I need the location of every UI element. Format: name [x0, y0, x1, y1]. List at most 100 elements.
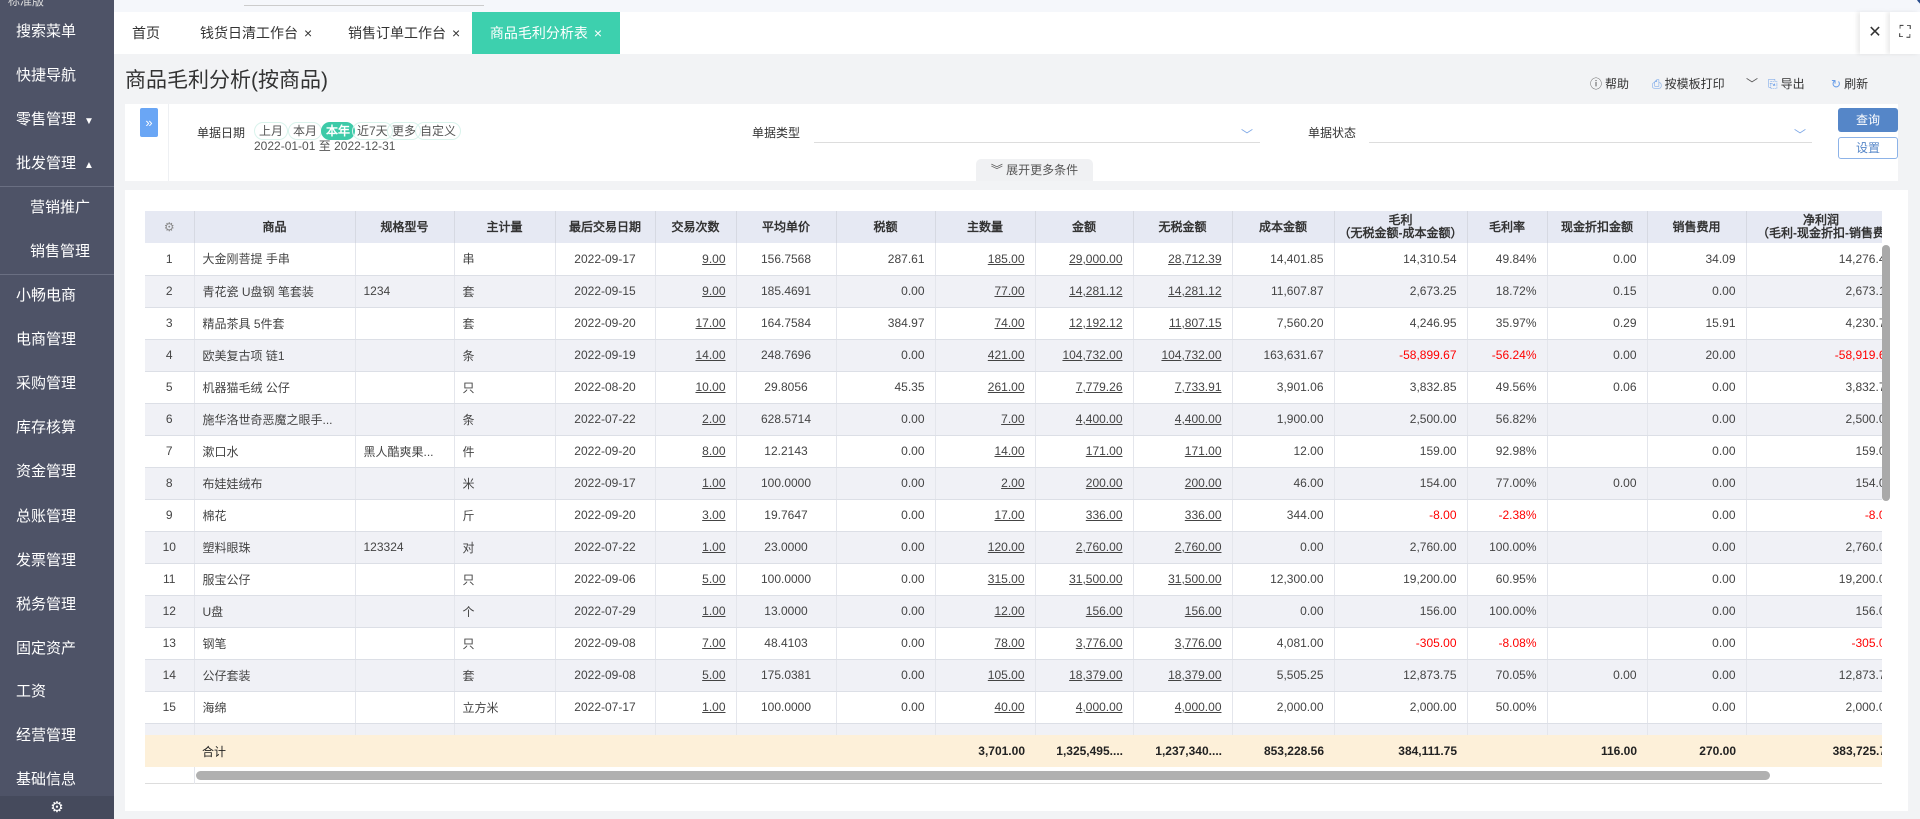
cell-net_amount[interactable]: 31,500.00	[1133, 563, 1233, 596]
sidebar-item[interactable]: 采购管理	[0, 362, 114, 406]
query-button[interactable]: 查询	[1838, 108, 1898, 132]
avatar[interactable]	[1916, 0, 1920, 6]
cell-count[interactable]: 1.00	[655, 467, 737, 500]
cell-link[interactable]: 156.00	[1185, 604, 1222, 618]
cell-amount[interactable]: 156.00	[1035, 595, 1134, 628]
cell-link[interactable]: 11,807.15	[1169, 316, 1222, 330]
cell-link[interactable]: 200.00	[1086, 476, 1123, 490]
cell-count[interactable]: 9.00	[655, 275, 737, 308]
cell-link[interactable]: 1.00	[702, 604, 725, 618]
sidebar-item[interactable]: 小畅电商	[0, 274, 114, 318]
sidebar-item[interactable]: 固定资产	[0, 627, 114, 671]
cell-net_amount[interactable]: 336.00	[1133, 499, 1233, 532]
cell-net_amount[interactable]: 14,281.12	[1133, 275, 1233, 308]
sidebar-item[interactable]: 发票管理	[0, 539, 114, 583]
cell-qty[interactable]: 77.00	[935, 275, 1036, 308]
table-row[interactable]: 9 棉花 斤 2022-09-20 3.00 19.7647 0.00 17.00 336.00…	[145, 499, 1882, 532]
cell-link[interactable]: 5.00	[702, 572, 725, 586]
sidebar-item[interactable]: 税务管理	[0, 583, 114, 627]
column-header[interactable]: 现金折扣金额	[1547, 211, 1648, 243]
cell-link[interactable]: 14.00	[994, 444, 1024, 458]
column-header[interactable]: 毛利率	[1467, 211, 1548, 243]
scrollbar-thumb[interactable]	[196, 771, 1770, 780]
column-header[interactable]: 成本金额	[1232, 211, 1335, 243]
type-select[interactable]	[814, 142, 1260, 143]
cell-amount[interactable]: 4,400.00	[1035, 403, 1134, 436]
sidebar-item[interactable]: 工资	[0, 670, 114, 714]
table-row[interactable]: 15 海绵 立方米 2022-07-17 1.00 100.0000 0.00 40.00 4,…	[145, 691, 1882, 724]
export-button[interactable]: ⎘ 导出	[1768, 75, 1805, 92]
cell-link[interactable]: 3.00	[702, 508, 725, 522]
cell-amount[interactable]: 31,500.00	[1035, 563, 1134, 596]
cell-link[interactable]: 185.00	[988, 252, 1025, 266]
cell-link[interactable]: 2.00	[702, 412, 725, 426]
cell-link[interactable]: 14,281.12	[1069, 284, 1122, 298]
cell-link[interactable]: 336.00	[1185, 508, 1222, 522]
cell-link[interactable]: 1.00	[702, 700, 725, 714]
column-header[interactable]: 最后交易日期	[555, 211, 656, 243]
cell-link[interactable]: 17.00	[994, 508, 1024, 522]
sidebar-item[interactable]: 批发管理 ▲	[0, 142, 114, 186]
cell-qty[interactable]: 421.00	[935, 339, 1036, 372]
cell-amount[interactable]: 200.00	[1035, 467, 1134, 500]
sidebar-item[interactable]: 营销推广	[0, 186, 114, 230]
cell-link[interactable]: 7,733.91	[1175, 380, 1222, 394]
cell-link[interactable]: 77.00	[994, 284, 1024, 298]
cell-link[interactable]: 18,379.00	[1069, 668, 1122, 682]
cell-link[interactable]: 10.00	[695, 380, 725, 394]
cell-net_amount[interactable]: 2,760.00	[1133, 531, 1233, 564]
table-row[interactable]	[145, 723, 1882, 735]
cell-qty[interactable]: 315.00	[935, 563, 1036, 596]
cell-link[interactable]: 4,000.00	[1175, 700, 1222, 714]
cell-link[interactable]: 261.00	[988, 380, 1025, 394]
sidebar-item[interactable]: 库存核算	[0, 406, 114, 450]
cell-amount[interactable]: 2,760.00	[1035, 531, 1134, 564]
cell-qty[interactable]: 261.00	[935, 371, 1036, 404]
column-header[interactable]: 交易次数	[655, 211, 737, 243]
cell-link[interactable]: 78.00	[994, 636, 1024, 650]
cell-count[interactable]: 1.00	[655, 531, 737, 564]
status-select[interactable]	[1369, 142, 1812, 143]
cell-link[interactable]: 315.00	[988, 572, 1025, 586]
cell-amount[interactable]: 104,732.00	[1035, 339, 1134, 372]
cell-link[interactable]: 421.00	[988, 348, 1025, 362]
tab-cash-daily[interactable]: 钱货日清工作台 ×	[200, 12, 350, 54]
cell-link[interactable]: 29,000.00	[1069, 252, 1122, 266]
cell-link[interactable]: 5.00	[702, 668, 725, 682]
help-button[interactable]: ⓘ 帮助	[1590, 75, 1629, 92]
cell-qty[interactable]: 12.00	[935, 595, 1036, 628]
cell-count[interactable]: 7.00	[655, 627, 737, 660]
column-header[interactable]: 主数量	[935, 211, 1036, 243]
cell-link[interactable]: 8.00	[702, 444, 725, 458]
sidebar-item[interactable]: 销售管理	[0, 230, 114, 274]
cell-net_amount[interactable]: 3,776.00	[1133, 627, 1233, 660]
cell-net_amount[interactable]: 4,400.00	[1133, 403, 1233, 436]
print-dropdown[interactable]: ﹀	[1746, 75, 1758, 92]
column-header[interactable]: 净利润 （毛利-现金折扣-销售费	[1746, 211, 1882, 243]
cell-link[interactable]: 3,776.00	[1175, 636, 1222, 650]
cell-amount[interactable]: 7,779.26	[1035, 371, 1134, 404]
cell-net_amount[interactable]: 7,733.91	[1133, 371, 1233, 404]
cell-qty[interactable]: 40.00	[935, 691, 1036, 724]
cell-link[interactable]: 336.00	[1086, 508, 1123, 522]
cell-link[interactable]: 12,192.12	[1069, 316, 1122, 330]
cell-link[interactable]: 104,732.00	[1161, 348, 1221, 362]
cell-link[interactable]: 18,379.00	[1168, 668, 1221, 682]
cell-net_amount[interactable]: 156.00	[1133, 595, 1233, 628]
cell-count[interactable]: 9.00	[655, 243, 737, 276]
sidebar-item[interactable]: 总账管理	[0, 495, 114, 539]
cell-link[interactable]: 2.00	[1001, 476, 1024, 490]
cell-amount[interactable]: 4,000.00	[1035, 691, 1134, 724]
cell-link[interactable]: 120.00	[988, 540, 1025, 554]
cell-qty[interactable]: 105.00	[935, 659, 1036, 692]
cell-link[interactable]: 4,400.00	[1175, 412, 1222, 426]
table-row[interactable]: 10 塑料眼珠 123324 对 2022-07-22 1.00 23.0000 0.00 12…	[145, 531, 1882, 564]
chevron-down-icon[interactable]: ﹀	[1241, 126, 1253, 143]
cell-link[interactable]: 14,281.12	[1168, 284, 1221, 298]
cell-link[interactable]: 9.00	[702, 284, 725, 298]
column-header[interactable]: 税额	[836, 211, 936, 243]
cell-link[interactable]: 4,000.00	[1076, 700, 1123, 714]
gear-icon[interactable]: ⚙	[0, 796, 114, 819]
table-row[interactable]: 13 钢笔 只 2022-09-08 7.00 48.4103 0.00 78.00 3,776…	[145, 627, 1882, 660]
date-range[interactable]: 2022-01-01 至 2022-12-31	[254, 137, 395, 154]
